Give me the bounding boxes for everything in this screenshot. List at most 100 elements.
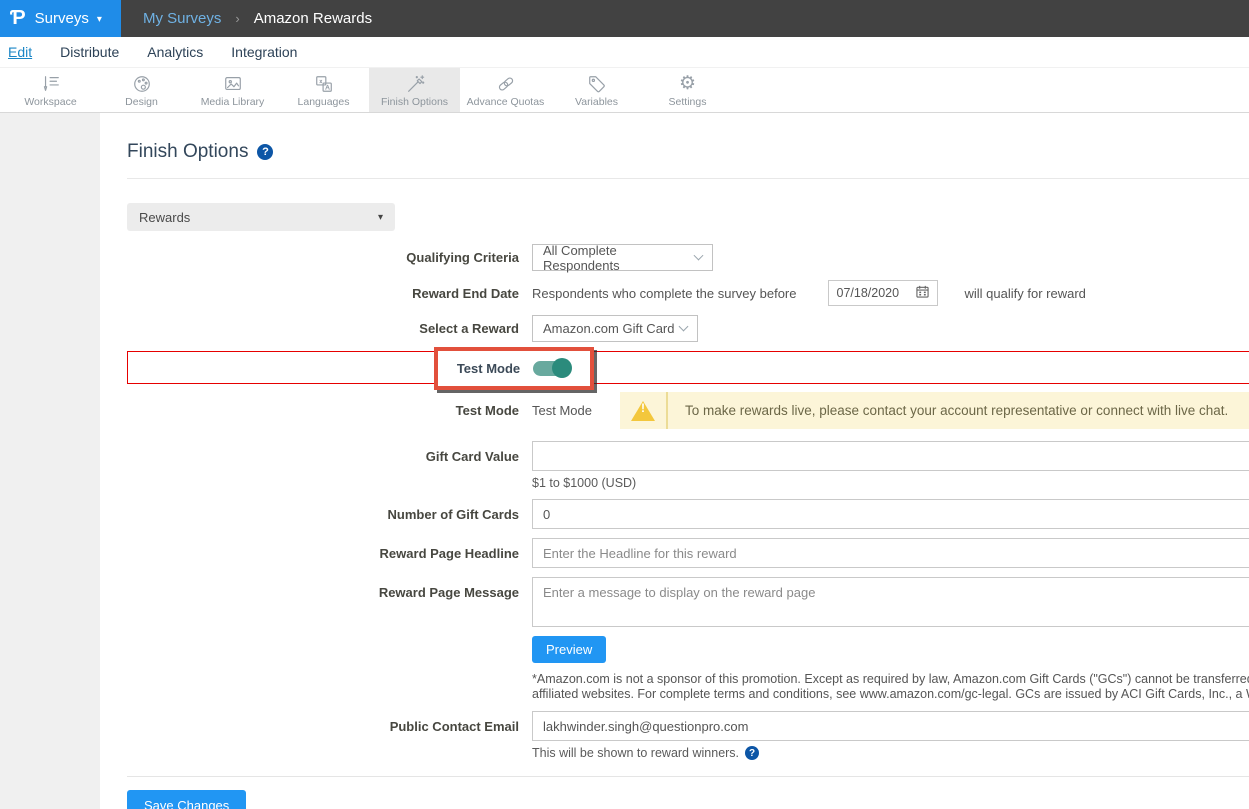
select-reward-row: Select a Reward Amazon.com Gift Card: [127, 315, 1249, 342]
toolbar-item-settings[interactable]: ⚙ Settings: [642, 68, 733, 112]
breadcrumb-current: Amazon Rewards: [254, 10, 372, 27]
toolbar-item-languages[interactable]: xA Languages: [278, 68, 369, 112]
preview-button[interactable]: Preview: [532, 636, 606, 663]
rewards-dropdown[interactable]: Rewards ▾: [127, 203, 395, 231]
surveys-menu[interactable]: Ƥ Surveys ▾: [0, 0, 121, 37]
email-help-icon[interactable]: ?: [745, 746, 759, 760]
reward-end-date-input[interactable]: 07/18/2020: [828, 280, 938, 306]
field-label: Reward Page Headline: [127, 546, 532, 561]
edit-toolbar: Workspace Design Media Library xA Langua…: [0, 67, 1249, 113]
reward-message-textarea[interactable]: [532, 577, 1249, 627]
field-label: Qualifying Criteria: [127, 250, 532, 265]
breadcrumb: My Surveys › Amazon Rewards: [121, 0, 372, 37]
toolbar-label: Settings: [669, 96, 707, 108]
test-mode-toggle-label: Test Mode: [457, 361, 520, 376]
field-label: Test Mode: [127, 403, 532, 418]
field-label: Reward Page Message: [127, 585, 532, 600]
chevron-down-icon: [694, 251, 704, 261]
select-reward-select[interactable]: Amazon.com Gift Card: [532, 315, 698, 342]
page-title: Finish Options: [127, 141, 248, 163]
field-label: Reward End Date: [127, 286, 532, 301]
rewards-dropdown-value: Rewards: [139, 210, 190, 225]
reward-message-row: Reward Page Message: [127, 577, 1249, 627]
disclaimer-line-1: *Amazon.com is not a sponsor of this pro…: [532, 672, 1249, 687]
number-gift-cards-input[interactable]: [532, 499, 1249, 529]
breadcrumb-separator-icon: ›: [235, 11, 239, 26]
calendar-icon: [916, 285, 929, 301]
image-icon: [222, 73, 244, 95]
public-email-input[interactable]: [532, 711, 1249, 741]
gear-icon: ⚙: [679, 73, 696, 95]
breadcrumb-my-surveys[interactable]: My Surveys: [143, 10, 221, 27]
test-mode-highlight-box: Test Mode: [434, 347, 594, 390]
toggle-knob: [552, 358, 572, 378]
toolbar-label: Languages: [298, 96, 350, 108]
preview-wrap: Preview: [532, 636, 1249, 663]
warning-banner: To make rewards live, please contact you…: [620, 392, 1249, 429]
toolbar-item-media-library[interactable]: Media Library: [187, 68, 278, 112]
warning-icon: [620, 392, 666, 429]
test-mode-status-value: Test Mode: [532, 403, 592, 418]
product-name: Surveys: [35, 10, 89, 27]
gift-card-value-input[interactable]: [532, 441, 1249, 471]
chevron-down-icon: [679, 322, 689, 332]
toolbar-item-design[interactable]: Design: [96, 68, 187, 112]
toolbar-label: Finish Options: [381, 96, 448, 108]
end-date-prefix: Respondents who complete the survey befo…: [532, 286, 797, 301]
left-gutter: [0, 113, 100, 809]
dropdown-caret-icon: ▾: [378, 212, 383, 223]
tab-integration[interactable]: Integration: [231, 44, 297, 60]
main-area: Finish Options ? Rewards ▾ Qualifying Cr…: [0, 113, 1249, 809]
gift-card-value-helper: $1 to $1000 (USD): [532, 476, 1249, 490]
gift-card-value-row: Gift Card Value $1 to $1000 (USD): [127, 441, 1249, 490]
toolbar-label: Advance Quotas: [467, 96, 545, 108]
annotation-highlight-row: Test Mode: [127, 351, 1249, 384]
reward-headline-input[interactable]: [532, 538, 1249, 568]
magic-wand-icon: [404, 73, 426, 95]
test-mode-toggle[interactable]: [533, 361, 571, 376]
toolbar-item-variables[interactable]: Variables: [551, 68, 642, 112]
warning-message: To make rewards live, please contact you…: [668, 392, 1245, 429]
help-icon[interactable]: ?: [257, 144, 273, 160]
number-gift-cards-row: Number of Gift Cards: [127, 499, 1249, 529]
toolbar-item-workspace[interactable]: Workspace: [5, 68, 96, 112]
toolbar-item-finish-options[interactable]: Finish Options: [369, 68, 460, 112]
toolbar-label: Media Library: [201, 96, 265, 108]
reward-headline-row: Reward Page Headline: [127, 538, 1249, 568]
bottom-divider: [127, 776, 1249, 777]
qualifying-criteria-row: Qualifying Criteria All Complete Respond…: [127, 244, 1249, 271]
content-panel: Finish Options ? Rewards ▾ Qualifying Cr…: [100, 113, 1249, 809]
survey-nav-tabs: Edit Distribute Analytics Integration: [0, 37, 1249, 67]
workspace-icon: [40, 73, 62, 95]
end-date-suffix: will qualify for reward: [965, 286, 1086, 301]
toolbar-item-advance-quotas[interactable]: Advance Quotas: [460, 68, 551, 112]
tab-analytics[interactable]: Analytics: [147, 44, 203, 60]
save-wrap: Save Changes: [127, 790, 1249, 809]
rewards-form: Qualifying Criteria All Complete Respond…: [127, 244, 1249, 809]
date-value: 07/18/2020: [837, 286, 900, 300]
page-head: Finish Options ?: [127, 141, 1249, 163]
test-mode-status-row: Test Mode Test Mode To make rewards live…: [127, 392, 1249, 429]
top-header: Ƥ Surveys ▾ My Surveys › Amazon Rewards: [0, 0, 1249, 37]
divider: [127, 178, 1249, 179]
qualifying-criteria-select[interactable]: All Complete Respondents: [532, 244, 713, 271]
tab-distribute[interactable]: Distribute: [60, 44, 119, 60]
field-label: Public Contact Email: [127, 719, 532, 734]
amazon-disclaimer: *Amazon.com is not a sponsor of this pro…: [532, 672, 1249, 702]
field-label: Gift Card Value: [127, 449, 532, 464]
select-value: Amazon.com Gift Card: [543, 321, 675, 336]
toolbar-label: Design: [125, 96, 158, 108]
translate-icon: xA: [313, 73, 335, 95]
save-changes-button[interactable]: Save Changes: [127, 790, 246, 809]
select-value: All Complete Respondents: [543, 243, 695, 273]
tag-icon: [586, 73, 608, 95]
disclaimer-line-2: affiliated websites. For complete terms …: [532, 687, 1249, 702]
questionpro-logo: Ƥ: [10, 7, 26, 30]
svg-text:x: x: [319, 79, 322, 85]
public-email-row: Public Contact Email This will be shown …: [127, 711, 1249, 760]
field-label: Select a Reward: [127, 321, 532, 336]
tab-edit[interactable]: Edit: [8, 44, 32, 60]
public-email-helper: This will be shown to reward winners.: [532, 746, 739, 760]
toolbar-label: Variables: [575, 96, 618, 108]
chain-links-icon: [495, 73, 517, 95]
